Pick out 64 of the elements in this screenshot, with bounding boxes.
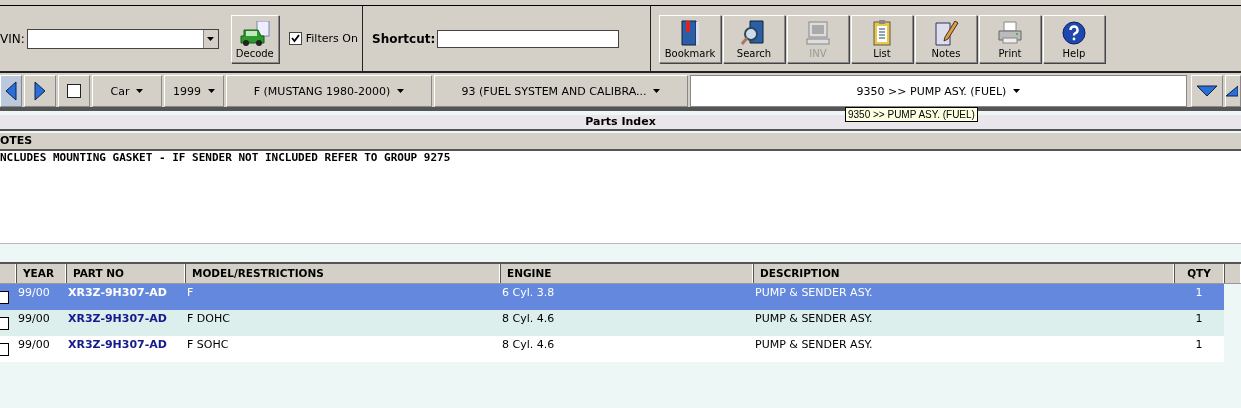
decode-button[interactable]: Decode [230, 14, 279, 63]
row-checkbox[interactable] [0, 316, 9, 330]
table-cell-text: F [186, 285, 195, 301]
table-cell-text: 1 [1194, 311, 1204, 327]
column-header[interactable]: PART NO [66, 264, 185, 283]
vin-label: VIN: [0, 31, 25, 46]
tooltip: 9350 >> PUMP ASY. (FUEL) [845, 107, 978, 122]
filters-checkbox[interactable] [288, 32, 302, 45]
table-cell-text: 8 Cyl. 4.6 [501, 337, 556, 353]
table-cell-text: PUMP & SENDER ASY. [754, 311, 874, 327]
table-cell-text: XR3Z-9H307-AD [67, 311, 168, 327]
table-row[interactable]: 99/00 XR3Z-9H307-AD F DOHC 8 Cyl. 4.6 PUMP & SENDER ASY. 1 [0, 310, 1224, 336]
toolbar-button[interactable]: Notes [915, 14, 977, 63]
dropdown[interactable]: F (MUSTANG 1980-2000) [226, 75, 432, 107]
notes-heading: OTES [0, 134, 33, 147]
toolbar-button[interactable]: Search [723, 14, 785, 63]
table-cell-text: 1 [1194, 285, 1204, 301]
toolbar-button[interactable]: Bookmark [659, 14, 721, 63]
caret-icon [1013, 89, 1021, 93]
table-cell-text: 6 Cyl. 3.8 [501, 285, 556, 301]
header-filler [1224, 264, 1241, 283]
dropdown[interactable]: 93 (FUEL SYSTEM AND CALIBRA... [434, 75, 688, 107]
caret-icon [208, 89, 215, 93]
toolbar-button[interactable]: Print [979, 14, 1041, 63]
note-text: NCLUDES MOUNTING GASKET - IF SENDER NOT INCLUDED REFER TO GROUP 9275 [0, 151, 451, 164]
table-cell-text: F DOHC [186, 311, 231, 327]
row-checkbox[interactable] [0, 342, 9, 356]
table-cell-text: 99/00 [17, 285, 51, 301]
filters-label: Filters On [305, 32, 358, 45]
column-header[interactable]: ENGINE [500, 264, 753, 283]
table-cell-text: 99/00 [17, 311, 51, 327]
table-cell-text: PUMP & SENDER ASY. [754, 337, 874, 353]
section-title: Parts Index [585, 115, 656, 129]
column-header[interactable]: YEAR [16, 264, 66, 283]
table-cell-text: 8 Cyl. 4.6 [501, 311, 556, 327]
table-cell-text: XR3Z-9H307-AD [67, 337, 168, 353]
pencil-paper-icon [933, 18, 959, 47]
table-cell-text: 99/00 [17, 337, 51, 353]
vin-field[interactable] [26, 28, 219, 49]
table-cell-text: PUMP & SENDER ASY. [754, 285, 874, 301]
row-checkbox[interactable] [0, 290, 9, 304]
table-cell-text: 1 [1194, 337, 1204, 353]
column-header[interactable]: QTY [1174, 264, 1224, 283]
column-header[interactable]: MODEL/RESTRICTIONS [185, 264, 500, 283]
magnifier-book-icon [741, 18, 767, 47]
group-dropdown[interactable]: 9350 >> PUMP ASY. (FUEL) [690, 75, 1187, 107]
table-cell-text: XR3Z-9H307-AD [67, 285, 168, 301]
table-row[interactable]: 99/00 XR3Z-9H307-AD F SOHC 8 Cyl. 4.6 PUMP & SENDER ASY. 1 [0, 336, 1224, 362]
computer-icon [805, 18, 831, 47]
dropdown[interactable]: Car [92, 75, 162, 107]
nav-checkbox[interactable] [67, 84, 81, 98]
shortcut-field[interactable] [437, 29, 620, 48]
help-icon [1061, 18, 1087, 47]
car-icon [238, 20, 271, 47]
caret-icon [136, 89, 144, 93]
printer-icon [997, 18, 1023, 47]
caret-icon [397, 89, 405, 93]
table-cell-text: F SOHC [186, 337, 230, 353]
toolbar-button[interactable]: List [851, 14, 913, 63]
dropdown[interactable]: 1999 [164, 75, 224, 107]
column-header[interactable]: DESCRIPTION [753, 264, 1174, 283]
toolbar-button[interactable]: Help [1043, 14, 1105, 63]
shortcut-label: Shortcut: [372, 31, 436, 46]
caret-icon [653, 89, 661, 93]
